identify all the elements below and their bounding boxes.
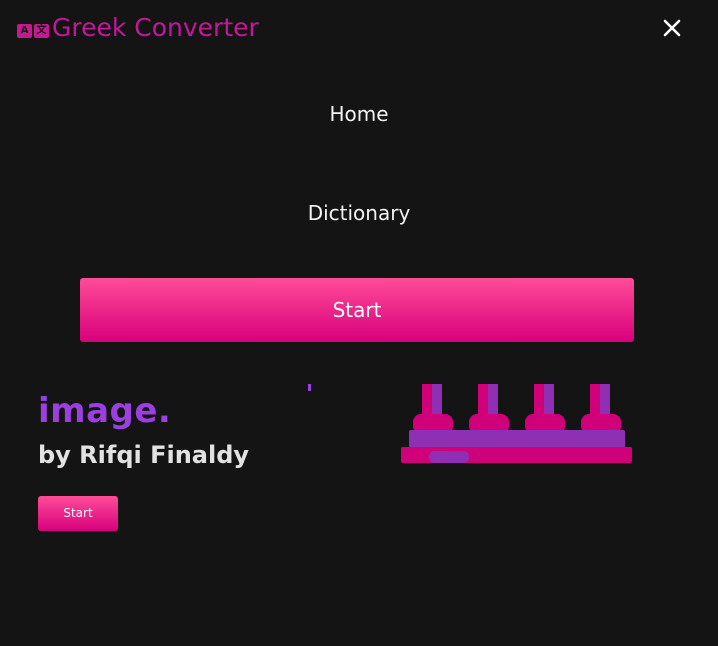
nav-link-home[interactable]: Home (0, 99, 718, 129)
logo-tile-right: 文 (34, 23, 49, 38)
translate-icon: A 文 (17, 23, 49, 38)
app-title: Greek Converter (52, 13, 259, 42)
app-window: image. by Rifqi Finaldy Start A 文 Greek … (0, 0, 718, 646)
navigation-menu: A 文 Greek Converter Home Dictionary Star… (0, 0, 718, 384)
logo-tile-left: A (17, 23, 32, 38)
hero-heading: image. (38, 391, 172, 431)
app-header: A 文 Greek Converter (17, 8, 259, 48)
close-icon (663, 19, 681, 37)
nav-link-dictionary[interactable]: Dictionary (0, 198, 718, 228)
menu-start-button[interactable]: Start (80, 278, 634, 342)
abacus-icon (401, 380, 632, 463)
hero-start-button[interactable]: Start (38, 496, 118, 531)
close-menu-button[interactable] (656, 12, 688, 44)
hero-byline: by Rifqi Finaldy (38, 441, 250, 469)
